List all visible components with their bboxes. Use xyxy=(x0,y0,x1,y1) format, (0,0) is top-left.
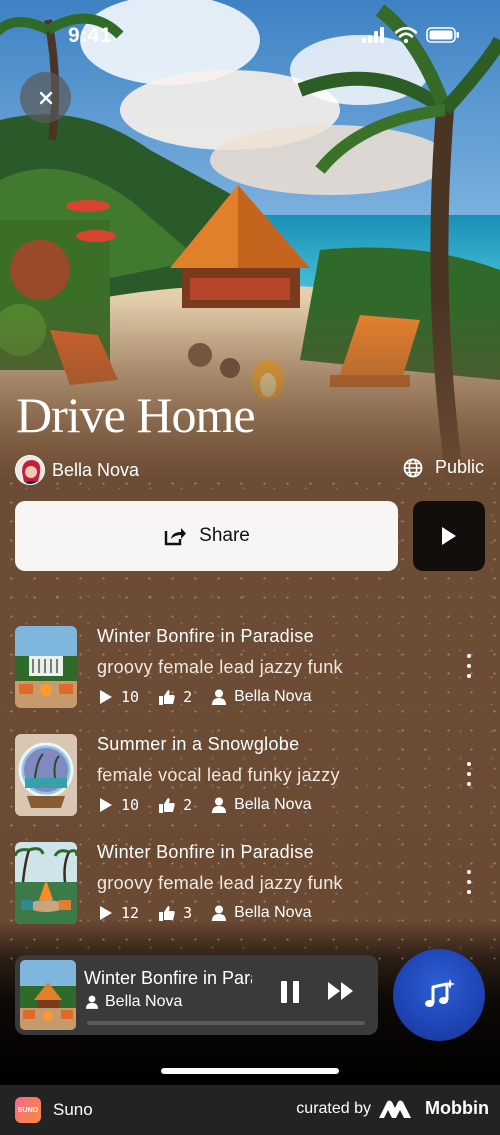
suno-logo: SUNO xyxy=(15,1097,41,1123)
now-playing-artist: Bella Nova xyxy=(86,993,182,1011)
song-title: Winter Bonfire in Paradise xyxy=(97,626,314,646)
song-style: female vocal lead funky jazzy xyxy=(97,765,340,785)
home-indicator xyxy=(161,1068,339,1074)
status-bar: 9:41 xyxy=(0,0,500,72)
now-playing-artist-name: Bella Nova xyxy=(105,993,183,1010)
thumbs-up-icon xyxy=(159,906,175,921)
pause-icon xyxy=(281,981,287,1003)
cellular-signal-icon xyxy=(362,27,384,43)
more-options-button[interactable] xyxy=(463,870,475,894)
song-cover-art xyxy=(15,842,77,924)
more-options-button[interactable] xyxy=(463,762,475,786)
close-icon xyxy=(39,91,52,104)
share-icon xyxy=(164,528,187,546)
author-name: Bella Nova xyxy=(52,459,140,480)
pause-button[interactable] xyxy=(281,981,299,1003)
play-count: 10 xyxy=(121,688,140,706)
curated-by: curated by Mobbin xyxy=(296,1098,489,1119)
song-stats: 12 3 Bella Nova xyxy=(99,904,311,922)
close-button[interactable] xyxy=(20,72,71,123)
wifi-icon xyxy=(395,27,417,43)
fast-forward-icon[interactable] xyxy=(327,980,355,1002)
person-icon xyxy=(86,995,98,1009)
app-brand: SUNO Suno xyxy=(15,1097,93,1123)
person-icon xyxy=(212,797,227,813)
thumbs-up-icon xyxy=(159,798,175,813)
attribution-footer: SUNO Suno curated by Mobbin xyxy=(0,1085,500,1135)
mobbin-logo-icon xyxy=(379,1100,412,1118)
status-icons xyxy=(362,27,460,43)
app-name: Suno xyxy=(53,1100,93,1119)
play-icon xyxy=(100,690,112,704)
play-icon xyxy=(442,527,456,545)
song-row[interactable]: Winter Bonfire in Paradise groovy female… xyxy=(15,626,485,710)
song-style: groovy female lead jazzy funk xyxy=(97,873,343,893)
play-count: 10 xyxy=(121,796,140,814)
mini-player[interactable]: Winter Bonfire in Paradise Bella Nova xyxy=(15,955,378,1035)
visibility-status: Public xyxy=(403,457,484,478)
person-icon xyxy=(212,905,227,921)
like-count: 3 xyxy=(183,904,193,922)
like-count: 2 xyxy=(183,796,193,814)
song-style: groovy female lead jazzy funk xyxy=(97,657,343,677)
now-playing-title: Winter Bonfire in Paradise xyxy=(84,968,252,988)
song-title: Winter Bonfire in Paradise xyxy=(97,842,314,862)
share-button[interactable]: Share xyxy=(15,501,398,571)
now-playing-cover-art xyxy=(20,960,76,1030)
song-stats: 10 2 Bella Nova xyxy=(99,796,311,814)
globe-icon xyxy=(403,458,423,477)
song-cover-art xyxy=(15,626,77,708)
battery-icon xyxy=(426,27,459,43)
song-artist[interactable]: Bella Nova xyxy=(234,904,311,922)
like-count: 2 xyxy=(183,688,193,706)
create-song-button[interactable] xyxy=(393,949,485,1041)
song-row[interactable]: Winter Bonfire in Paradise groovy female… xyxy=(15,842,485,926)
play-all-button[interactable] xyxy=(413,501,485,571)
playlist-title: Drive Home xyxy=(16,387,256,443)
song-title: Summer in a Snowglobe xyxy=(97,734,300,754)
visibility-label: Public xyxy=(434,457,484,477)
more-options-button[interactable] xyxy=(463,654,475,678)
song-artist[interactable]: Bella Nova xyxy=(234,796,311,814)
mobbin-brand: Mobbin xyxy=(425,1098,489,1118)
song-stats: 10 2 Bella Nova xyxy=(99,688,311,706)
play-count: 12 xyxy=(121,904,140,922)
status-time: 9:41 xyxy=(68,24,113,47)
share-label: Share xyxy=(199,525,250,546)
playback-progress-bar[interactable] xyxy=(87,1021,365,1025)
play-icon xyxy=(100,906,112,920)
person-icon xyxy=(212,689,227,705)
music-note-sparkle-icon xyxy=(425,979,455,1007)
curated-by-label: curated by xyxy=(296,1099,372,1117)
playlist-author[interactable]: Bella Nova xyxy=(15,454,139,486)
avatar xyxy=(15,455,45,485)
thumbs-up-icon xyxy=(159,690,175,705)
song-artist[interactable]: Bella Nova xyxy=(234,688,311,706)
song-cover-art xyxy=(15,734,77,816)
song-row[interactable]: Summer in a Snowglobe female vocal lead … xyxy=(15,734,485,818)
play-icon xyxy=(100,798,112,812)
